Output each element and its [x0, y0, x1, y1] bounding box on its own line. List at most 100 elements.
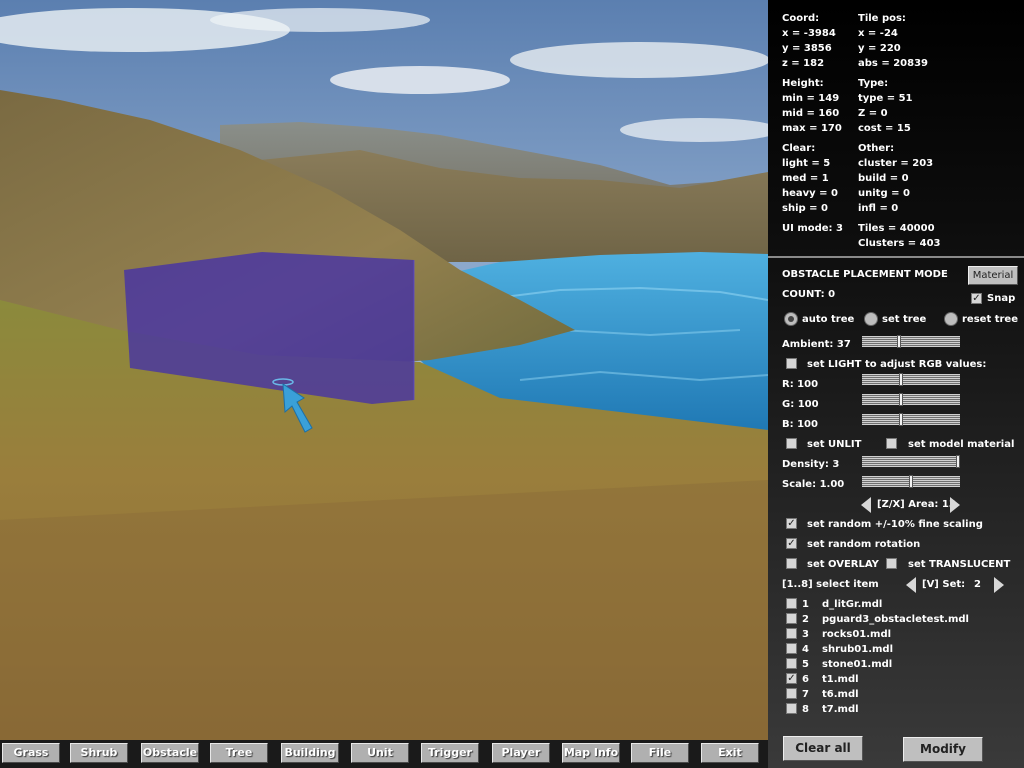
- scale-slider[interactable]: [862, 475, 960, 488]
- r-slider[interactable]: [862, 373, 960, 386]
- toolbar-button-player[interactable]: Player: [492, 743, 550, 763]
- scale-label: Scale: 1.00: [782, 479, 845, 490]
- height-max: max = 170: [782, 123, 842, 134]
- set-unlit-checkbox[interactable]: [786, 438, 797, 449]
- item-checkbox-2[interactable]: [786, 613, 797, 624]
- other-unitg: unitg = 0: [858, 188, 910, 199]
- set-light-label: set LIGHT to adjust RGB values:: [807, 359, 987, 370]
- mode-title: OBSTACLE PLACEMENT MODE: [782, 269, 948, 280]
- item-name[interactable]: t6.mdl: [822, 688, 859, 701]
- 3d-viewport[interactable]: [0, 0, 768, 740]
- snap-checkbox[interactable]: [971, 293, 982, 304]
- clear-label: Clear:: [782, 143, 816, 154]
- set-model-material-checkbox[interactable]: [886, 438, 897, 449]
- item-checkbox-8[interactable]: [786, 703, 797, 714]
- fine-scaling-label: set random +/-10% fine scaling: [807, 519, 983, 530]
- scale-slider-knob[interactable]: [909, 475, 913, 488]
- fine-scaling-checkbox[interactable]: [786, 518, 797, 529]
- radio-reset-tree[interactable]: [944, 312, 958, 326]
- random-rotation-checkbox[interactable]: [786, 538, 797, 549]
- item-name[interactable]: shrub01.mdl: [822, 643, 893, 656]
- overlay-checkbox[interactable]: [786, 558, 797, 569]
- area-label: [Z/X] Area: 13: [877, 499, 956, 510]
- type-label: Type:: [858, 78, 889, 89]
- material-button[interactable]: Material: [968, 266, 1018, 285]
- item-number: 5: [802, 659, 809, 670]
- coord-x: x = -3984: [782, 28, 836, 39]
- item-number: 8: [802, 704, 809, 715]
- item-checkbox-5[interactable]: [786, 658, 797, 669]
- other-build: build = 0: [858, 173, 909, 184]
- item-checkbox-4[interactable]: [786, 643, 797, 654]
- other-cluster: cluster = 203: [858, 158, 934, 169]
- r-slider-knob[interactable]: [899, 373, 903, 386]
- set-previous-arrow-icon[interactable]: [906, 577, 916, 593]
- b-slider-knob[interactable]: [899, 413, 903, 426]
- r-label: R: 100: [782, 379, 819, 390]
- toolbar-button-exit[interactable]: Exit: [701, 743, 759, 763]
- modify-button[interactable]: Modify: [903, 737, 983, 762]
- g-slider[interactable]: [862, 393, 960, 406]
- radio-set-tree[interactable]: [864, 312, 878, 326]
- item-checkbox-1[interactable]: [786, 598, 797, 609]
- set-light-checkbox[interactable]: [786, 358, 797, 369]
- b-label: B: 100: [782, 419, 818, 430]
- select-item-label: [1..8] select item: [782, 579, 879, 590]
- ambient-slider[interactable]: [862, 335, 960, 348]
- item-number: 6: [802, 674, 809, 685]
- other-label: Other:: [858, 143, 895, 154]
- item-checkbox-6[interactable]: [786, 673, 797, 684]
- tiles-count: Tiles = 40000: [858, 223, 935, 234]
- toolbar-button-map-info[interactable]: Map Info: [562, 743, 620, 763]
- clear-all-button[interactable]: Clear all: [783, 736, 863, 761]
- radio-auto-tree[interactable]: [784, 312, 798, 326]
- area-decrease-arrow-icon[interactable]: [861, 497, 871, 513]
- clear-heavy: heavy = 0: [782, 188, 838, 199]
- editor-panel: Coord: x = -3984 y = 3856 z = 182 Tile p…: [768, 0, 1024, 768]
- translucent-checkbox[interactable]: [886, 558, 897, 569]
- height-min: min = 149: [782, 93, 840, 104]
- item-number: 4: [802, 644, 809, 655]
- density-slider[interactable]: [862, 455, 960, 468]
- snap-label: Snap: [987, 293, 1016, 304]
- translucent-label: set TRANSLUCENT: [908, 559, 1011, 570]
- toolbar-button-shrub[interactable]: Shrub: [70, 743, 128, 763]
- tile-pos-label: Tile pos:: [858, 13, 906, 24]
- toolbar-button-unit[interactable]: Unit: [351, 743, 409, 763]
- area-increase-arrow-icon[interactable]: [950, 497, 960, 513]
- type-value: type = 51: [858, 93, 913, 104]
- toolbar-button-tree[interactable]: Tree: [210, 743, 268, 763]
- ambient-slider-knob[interactable]: [897, 335, 901, 348]
- coord-y: y = 3856: [782, 43, 832, 54]
- height-label: Height:: [782, 78, 824, 89]
- clear-light: light = 5: [782, 158, 831, 169]
- height-mid: mid = 160: [782, 108, 840, 119]
- toolbar-button-building[interactable]: Building: [281, 743, 339, 763]
- set-value: 2: [974, 579, 981, 590]
- item-name[interactable]: stone01.mdl: [822, 658, 892, 671]
- toolbar-button-grass[interactable]: Grass: [2, 743, 60, 763]
- tile-x: x = -24: [858, 28, 898, 39]
- radio-set-tree-label: set tree: [882, 314, 927, 325]
- g-slider-knob[interactable]: [899, 393, 903, 406]
- overlay-label: set OVERLAY: [807, 559, 879, 570]
- item-checkbox-3[interactable]: [786, 628, 797, 639]
- set-next-arrow-icon[interactable]: [994, 577, 1004, 593]
- set-unlit-label: set UNLIT: [807, 439, 862, 450]
- coord-z: z = 182: [782, 58, 825, 69]
- toolbar-button-file[interactable]: File: [631, 743, 689, 763]
- item-name[interactable]: rocks01.mdl: [822, 628, 891, 641]
- item-name[interactable]: t1.mdl: [822, 673, 859, 686]
- item-name[interactable]: t7.mdl: [822, 703, 859, 716]
- item-checkbox-7[interactable]: [786, 688, 797, 699]
- random-rotation-label: set random rotation: [807, 539, 921, 550]
- toolbar-button-trigger[interactable]: Trigger: [421, 743, 479, 763]
- b-slider[interactable]: [862, 413, 960, 426]
- density-slider-knob[interactable]: [956, 455, 960, 468]
- item-name[interactable]: pguard3_obstacletest.mdl: [822, 613, 969, 626]
- density-label: Density: 3: [782, 459, 840, 470]
- toolbar-button-obstacle[interactable]: Obstacle: [141, 743, 199, 763]
- item-name[interactable]: d_litGr.mdl: [822, 598, 882, 611]
- set-label: [V] Set:: [922, 579, 966, 590]
- other-infl: infl = 0: [858, 203, 899, 214]
